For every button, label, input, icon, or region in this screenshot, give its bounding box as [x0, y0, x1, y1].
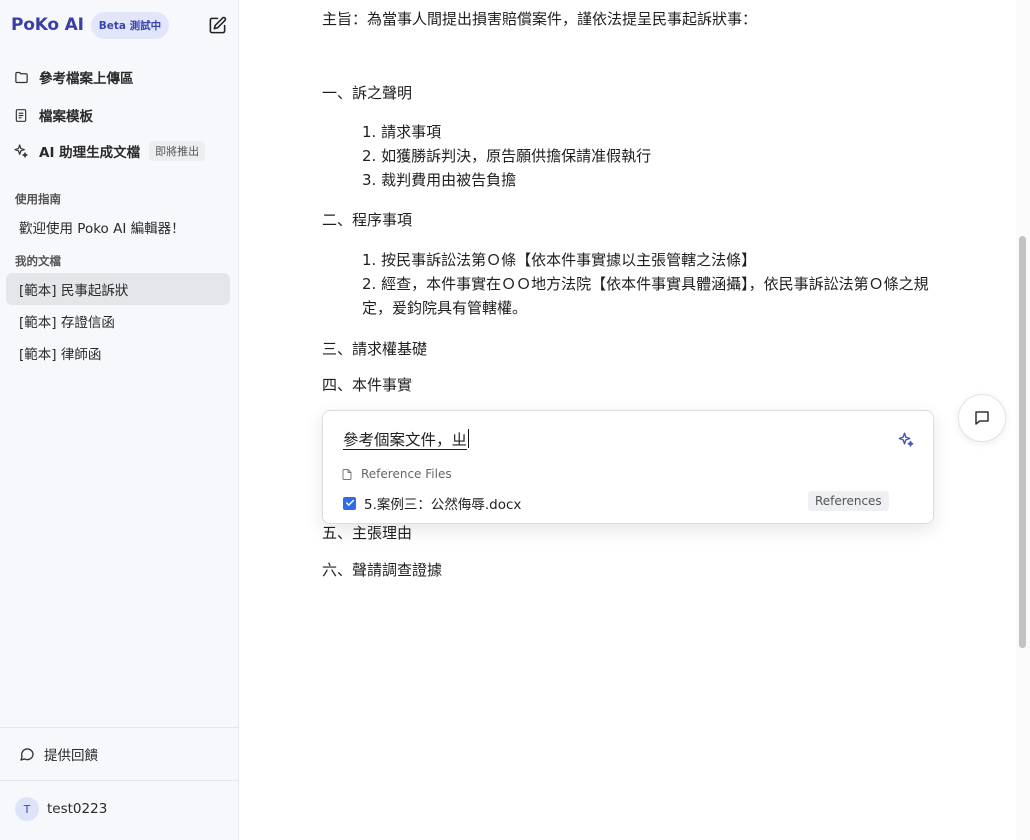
- doc-intro: 主旨：為當事人間提出損害賠償案件，謹依法提呈民事起訴狀事：: [322, 10, 758, 28]
- list-item: 2. 如獲勝訴判決，原告願供擔保請准假執行: [362, 147, 652, 165]
- comment-icon: [975, 411, 989, 425]
- sparkle-icon: [898, 432, 914, 447]
- beta-badge: Beta 測試中: [90, 11, 170, 39]
- sparkle-icon: [13, 143, 29, 159]
- reference-file-checkbox[interactable]: [343, 496, 356, 510]
- coming-soon-badge: 即將推出: [149, 141, 206, 161]
- reference-file-row[interactable]: 5.案例三：公然侮辱.docx: [343, 493, 521, 513]
- ai-generate-button[interactable]: [897, 431, 915, 449]
- check-icon: [345, 499, 354, 506]
- file-icon: [341, 468, 353, 481]
- edit-icon: [209, 16, 227, 34]
- list-item: 3. 裁判費用由被告負擔: [362, 171, 517, 189]
- nav-ai-generate[interactable]: AI 助理生成文檔 即將推出: [13, 137, 206, 165]
- guide-welcome-link[interactable]: 歡迎使用 Poko AI 編輯器！: [6, 211, 230, 243]
- sidebar-divider-bottom: [0, 780, 239, 781]
- username: test0223: [47, 801, 108, 817]
- nav-upload-area[interactable]: 參考檔案上傳區: [13, 63, 134, 91]
- comment-button[interactable]: [958, 394, 1006, 442]
- ai-prompt-input[interactable]: 參考個案文件，ㄓ: [343, 428, 470, 450]
- chat-bubble-icon: [19, 746, 35, 762]
- feedback-label: 提供回饋: [44, 748, 98, 764]
- guide-section-heading: 使用指南: [15, 192, 61, 206]
- brand-logo-text: PoKo AI: [11, 15, 84, 35]
- ai-prompt-text: 參考個案文件，ㄓ: [343, 431, 468, 449]
- doc-item-certified-letter[interactable]: [範本] 存證信函: [6, 305, 230, 337]
- doc-item-lawyer-letter[interactable]: [範本] 律師函: [6, 337, 230, 369]
- scrollbar-thumb[interactable]: [1019, 236, 1026, 648]
- text-caret: [468, 429, 470, 448]
- reference-files-label: Reference Files: [361, 467, 452, 481]
- doc-item-civil-complaint[interactable]: [範本] 民事起訴狀: [6, 273, 230, 305]
- nav-templates-label: 檔案模板: [39, 109, 93, 125]
- doc-section-heading: 六、聲請調查證據: [322, 561, 443, 579]
- doc-section-heading: 三、請求權基礎: [322, 340, 428, 358]
- nav-ai-generate-label: AI 助理生成文檔: [39, 145, 141, 161]
- nav-upload-label: 參考檔案上傳區: [39, 71, 134, 87]
- document-icon: [13, 107, 29, 123]
- list-item: 2. 經查，本件事實在ＯＯ地方法院【依本件事實具體涵攝】，依民事訴訟法第Ｏ條之規…: [362, 275, 929, 317]
- feedback-button[interactable]: 提供回饋: [19, 741, 98, 767]
- references-tag: References: [808, 491, 889, 511]
- doc-section-heading: 一、訴之聲明: [322, 84, 413, 102]
- my-docs-section-heading: 我的文檔: [15, 254, 61, 268]
- brand: PoKo AI Beta 測試中: [11, 11, 170, 39]
- doc-section-heading: 二、程序事項: [322, 211, 413, 229]
- doc-section-heading: 五、主張理由: [322, 524, 413, 542]
- nav-templates[interactable]: 檔案模板: [13, 101, 93, 129]
- list-item: 1. 請求事項: [362, 123, 442, 141]
- sidebar-divider: [0, 727, 239, 728]
- ai-assistant-popup: 參考個案文件，ㄓ Reference Files 5.案例三：公然侮辱.docx…: [322, 410, 934, 524]
- sidebar: PoKo AI Beta 測試中 參考檔案上傳區 檔案模板 AI 助理生成文檔 …: [0, 0, 239, 840]
- reference-files-heading: Reference Files: [341, 467, 452, 481]
- doc-section-heading: 四、本件事實: [322, 376, 413, 394]
- reference-file-name: 5.案例三：公然侮辱.docx: [364, 497, 522, 513]
- app-window: PoKo AI Beta 測試中 參考檔案上傳區 檔案模板 AI 助理生成文檔 …: [0, 0, 1030, 840]
- new-document-button[interactable]: [208, 16, 227, 35]
- list-item: 1. 按民事訴訟法第Ｏ條【依本件事實據以主張管轄之法條】: [362, 251, 757, 269]
- folder-icon: [13, 69, 29, 85]
- avatar: T: [15, 797, 39, 821]
- user-profile[interactable]: T test0223: [15, 796, 107, 822]
